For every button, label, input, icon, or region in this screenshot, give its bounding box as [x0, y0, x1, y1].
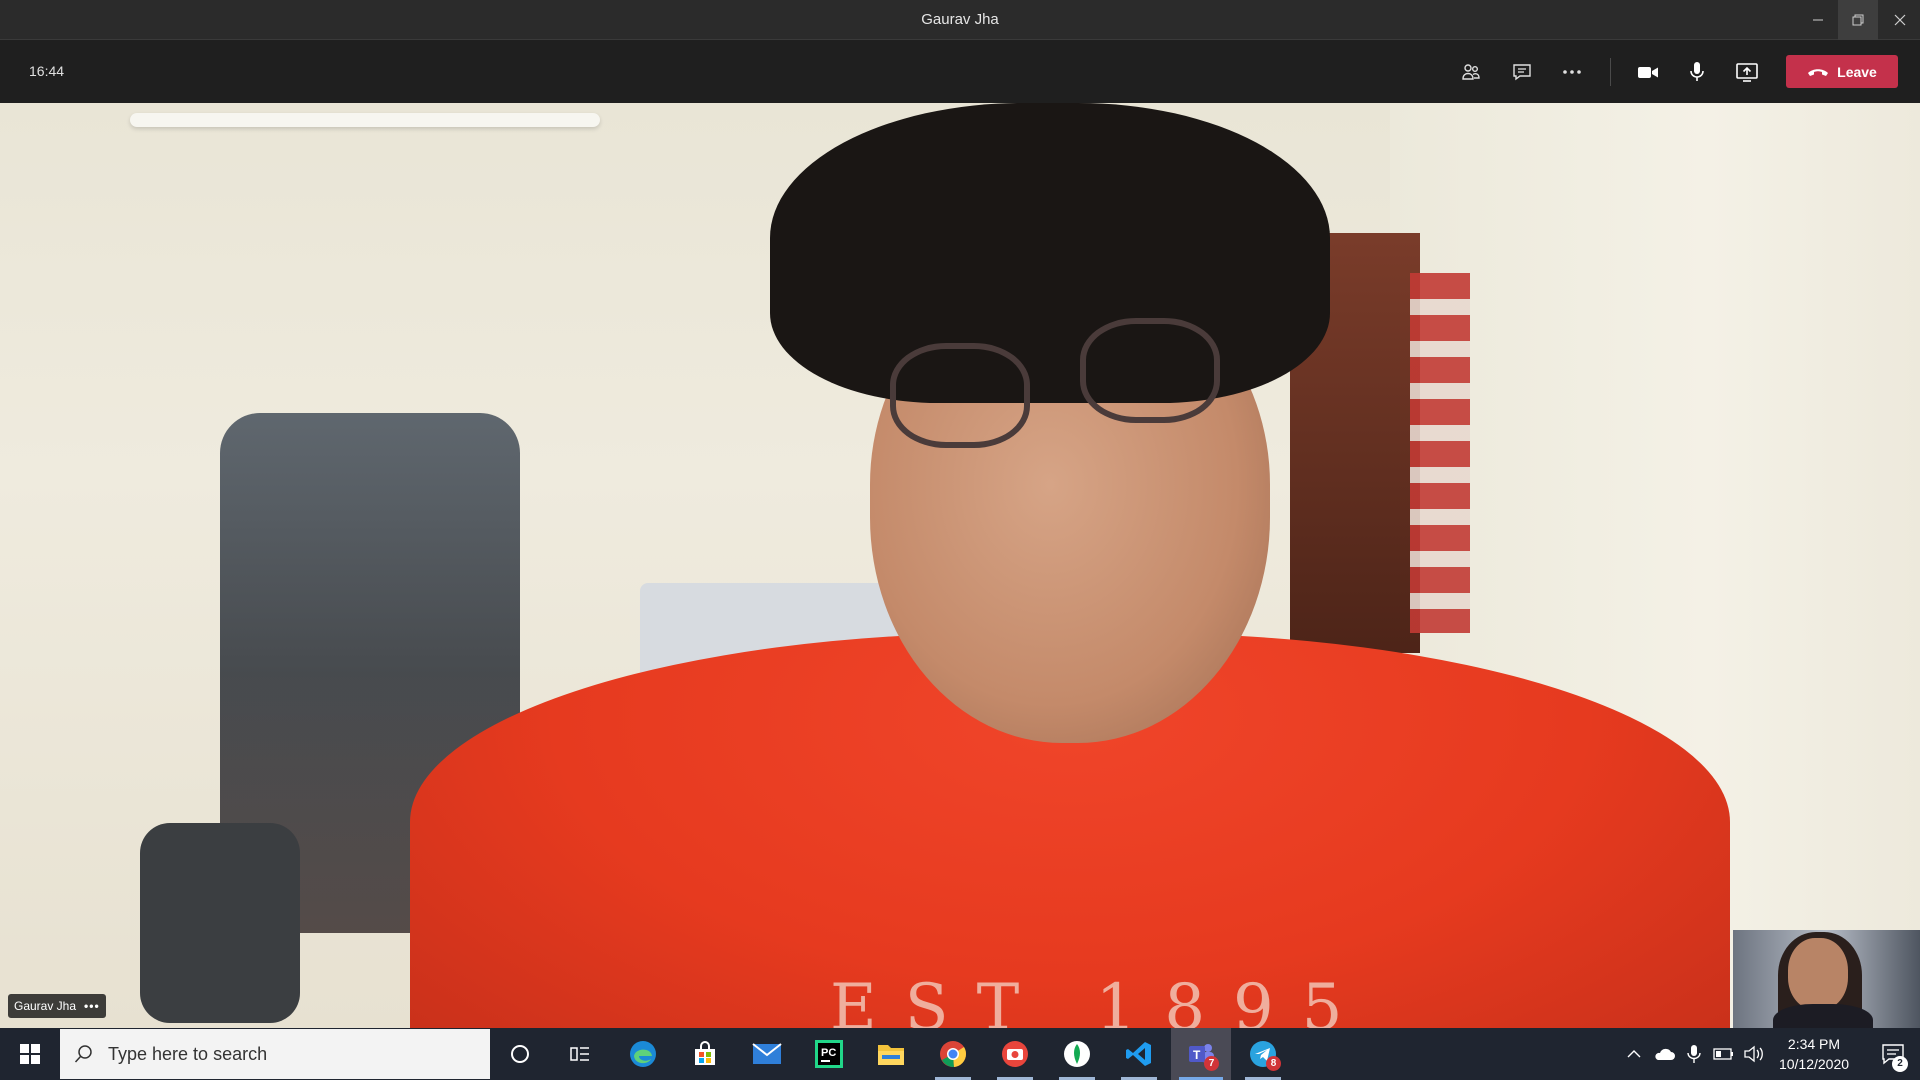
store-icon	[695, 1041, 715, 1065]
participant-name-tag[interactable]: Gaurav Jha •••	[8, 994, 106, 1018]
video-glasses-right	[1080, 318, 1220, 423]
clock-date: 10/12/2020	[1778, 1056, 1850, 1072]
self-view-body	[1773, 1004, 1873, 1028]
restore-button[interactable]	[1838, 0, 1878, 40]
folder-icon	[878, 1045, 904, 1065]
task-view-button[interactable]	[550, 1028, 610, 1080]
telegram-badge: 8	[1266, 1056, 1281, 1071]
camera-icon	[1638, 67, 1658, 78]
search-icon	[74, 1045, 92, 1063]
show-participants-button[interactable]	[1451, 52, 1491, 92]
leave-meeting-button[interactable]: Leave	[1786, 55, 1898, 88]
windows-taskbar: Type here to search PC T 7 8 2:34 PM 10/…	[0, 1028, 1920, 1080]
action-center-button[interactable]: 2	[1866, 1028, 1920, 1080]
windows-logo-icon	[20, 1044, 40, 1064]
microphone-icon	[1690, 62, 1704, 81]
meeting-timer: 16:44	[29, 63, 65, 79]
camera-app-icon	[1002, 1041, 1028, 1067]
participants-icon	[1462, 64, 1480, 80]
mail-icon	[752, 1043, 782, 1064]
window-title-bar: Gaurav Jha	[0, 0, 1920, 40]
speaker-icon	[1744, 1045, 1763, 1063]
chat-icon	[1513, 64, 1531, 81]
chrome-icon	[940, 1041, 967, 1068]
taskbar-camera[interactable]	[985, 1028, 1045, 1080]
toggle-camera-button[interactable]	[1628, 52, 1668, 92]
shirt-print-text: EST 1895	[830, 971, 1371, 1028]
more-actions-button[interactable]	[1552, 52, 1592, 92]
taskbar-mail[interactable]	[737, 1028, 797, 1080]
minimize-icon	[1813, 19, 1823, 21]
taskbar-chrome[interactable]	[923, 1028, 983, 1080]
taskbar-telegram[interactable]: 8	[1233, 1028, 1293, 1080]
video-glasses-left	[890, 343, 1030, 448]
restore-icon	[1852, 14, 1864, 26]
cortana-button[interactable]	[490, 1028, 550, 1080]
minimize-button[interactable]	[1798, 0, 1838, 40]
pycharm-icon: PC	[815, 1040, 843, 1068]
more-options-icon	[1563, 70, 1581, 74]
meeting-toolbar: 16:44 Leave	[0, 40, 1920, 103]
taskbar-teams[interactable]: T 7	[1171, 1028, 1231, 1080]
video-backpack	[140, 823, 300, 1023]
participant-name: Gaurav Jha	[14, 999, 77, 1013]
toggle-mic-button[interactable]	[1677, 52, 1717, 92]
share-screen-icon	[1736, 63, 1758, 82]
window-title: Gaurav Jha	[921, 11, 999, 28]
taskbar-edge[interactable]	[613, 1028, 673, 1080]
clock-time: 2:34 PM	[1787, 1036, 1841, 1052]
onedrive-button[interactable]	[1650, 1028, 1678, 1080]
mongodb-compass-icon	[1064, 1041, 1090, 1067]
start-button[interactable]	[0, 1028, 60, 1080]
participant-options-icon[interactable]: •••	[84, 999, 100, 1013]
taskbar-vscode[interactable]	[1109, 1028, 1169, 1080]
search-placeholder: Type here to search	[108, 1043, 268, 1064]
share-screen-button[interactable]	[1727, 52, 1767, 92]
video-curtain	[1410, 273, 1470, 633]
cortana-icon	[511, 1045, 529, 1063]
svg-text:PC: PC	[821, 1047, 836, 1059]
tray-microphone-icon	[1687, 1045, 1701, 1063]
self-view-video[interactable]	[1733, 930, 1920, 1028]
vscode-icon	[1126, 1042, 1151, 1066]
leave-label: Leave	[1837, 63, 1877, 80]
notifications-count-badge: 2	[1892, 1056, 1908, 1072]
cloud-icon	[1655, 1048, 1675, 1060]
close-icon	[1894, 14, 1906, 26]
task-view-icon	[570, 1047, 589, 1061]
self-view-face	[1788, 938, 1848, 1010]
battery-icon	[1713, 1048, 1733, 1060]
taskbar-pycharm[interactable]: PC	[799, 1028, 859, 1080]
battery-button[interactable]	[1710, 1028, 1738, 1080]
svg-text:T: T	[1193, 1048, 1201, 1062]
microphone-in-use-button[interactable]	[1680, 1028, 1708, 1080]
show-chat-button[interactable]	[1502, 52, 1542, 92]
video-tubelight	[130, 113, 600, 127]
volume-button[interactable]	[1740, 1028, 1768, 1080]
taskbar-mongodb-compass[interactable]	[1047, 1028, 1107, 1080]
teams-badge: 7	[1204, 1056, 1219, 1071]
taskbar-clock[interactable]: 2:34 PM 10/12/2020	[1768, 1034, 1860, 1074]
edge-icon	[630, 1041, 656, 1067]
phone-hangup-icon	[1808, 68, 1829, 76]
participant-video: EST 1895	[0, 103, 1920, 1028]
close-button[interactable]	[1880, 0, 1920, 40]
taskbar-store[interactable]	[675, 1028, 735, 1080]
video-person-hair	[770, 103, 1330, 403]
chevron-up-icon	[1627, 1050, 1641, 1058]
taskbar-file-explorer[interactable]	[861, 1028, 921, 1080]
taskbar-search-box[interactable]: Type here to search	[60, 1029, 490, 1079]
show-hidden-icons-button[interactable]	[1620, 1028, 1648, 1080]
toolbar-divider	[1610, 58, 1611, 86]
